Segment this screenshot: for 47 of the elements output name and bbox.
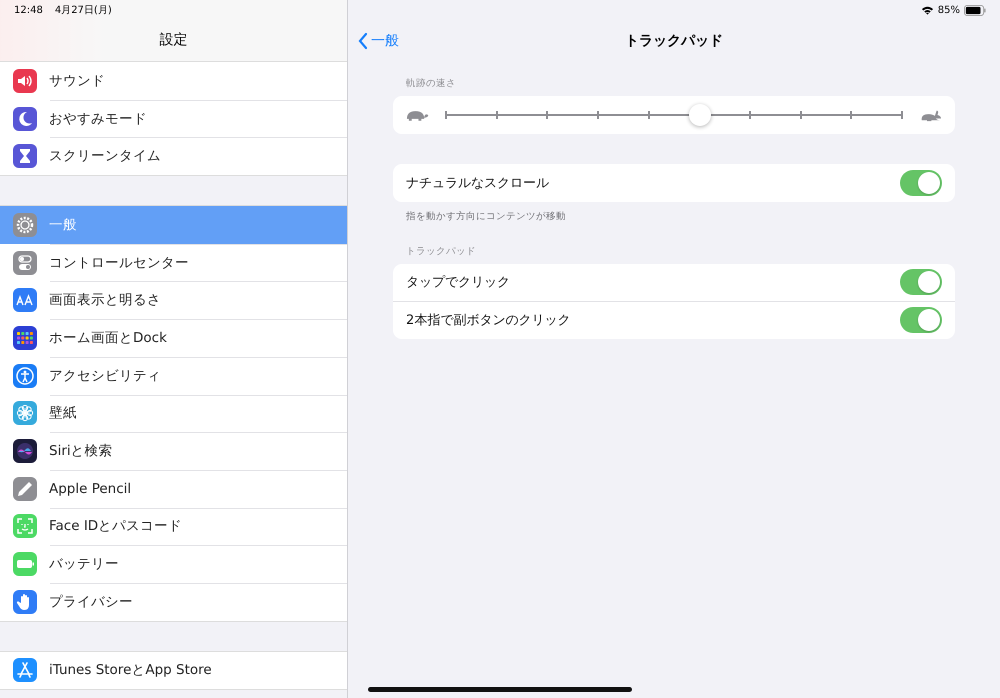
aa-icon	[13, 288, 37, 312]
chevron-left-icon	[358, 32, 368, 50]
sidebar-item[interactable]: Face IDとパスコード	[0, 508, 347, 546]
turtle-icon	[405, 108, 430, 122]
sidebar-item[interactable]: プライバシー	[0, 582, 347, 621]
battery-icon	[13, 552, 37, 576]
sidebar-item[interactable]: Siriと検索	[0, 432, 347, 470]
status-date: 4月27日(月)	[54, 4, 112, 17]
setting-label: ナチュラルなスクロール	[406, 174, 549, 192]
setting-label: タップでクリック	[406, 274, 510, 292]
toggle-switch[interactable]	[900, 269, 942, 296]
sidebar-item[interactable]: Apple Pencil	[0, 470, 347, 508]
sidebar-item[interactable]: バッテリー	[0, 545, 347, 583]
section-header: トラックパッド	[406, 244, 477, 258]
toggle-switch[interactable]	[900, 170, 942, 196]
speed-slider[interactable]	[446, 104, 902, 126]
face-icon	[13, 514, 37, 538]
moon-icon	[13, 106, 37, 131]
access-icon	[13, 364, 37, 388]
section-header: 軌跡の速さ	[406, 77, 457, 90]
page-title: トラックパッド	[625, 32, 723, 50]
sidebar-title: 設定	[158, 31, 188, 49]
sound-icon	[13, 68, 37, 93]
sidebar-item[interactable]: iTunes StoreとApp Store	[0, 652, 347, 690]
sidebar-item[interactable]: 壁紙	[0, 394, 347, 432]
sidebar-item[interactable]: おやすみモード	[0, 100, 347, 138]
flower-icon	[13, 401, 37, 426]
section-footer: 指を動かす方向にコンテンツが移動	[406, 210, 955, 222]
sidebar-item[interactable]: アクセシビリティ	[0, 356, 347, 394]
slider-thumb[interactable]	[688, 104, 711, 126]
toggle-switch[interactable]	[900, 307, 942, 334]
grid-icon	[13, 326, 37, 350]
sidebar-item[interactable]: スクリーンタイム	[0, 137, 347, 176]
hand-icon	[13, 590, 37, 614]
sidebar-item[interactable]: 画面表示と明るさ	[0, 281, 347, 320]
status-time: 12:48	[14, 4, 43, 16]
sidebar-item[interactable]: コントロールセンター	[0, 244, 347, 282]
hour-icon	[13, 144, 37, 168]
battery-icon	[964, 4, 986, 16]
toggles-icon	[13, 250, 37, 275]
setting-label: 2本指で副ボタンのクリック	[406, 312, 570, 330]
gear-icon	[13, 212, 37, 237]
pencil-icon	[13, 476, 37, 501]
sidebar-item[interactable]: サウンド	[0, 62, 347, 100]
sidebar-item[interactable]: ホーム画面とDock	[0, 319, 347, 357]
battery-percent: 85%	[938, 4, 960, 16]
wifi-icon	[920, 5, 934, 15]
